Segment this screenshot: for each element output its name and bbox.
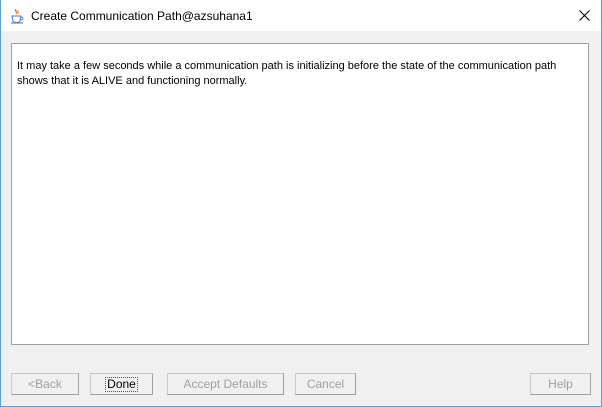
cancel-button-label: Cancel	[306, 377, 345, 391]
title-bar[interactable]: Create Communication Path@azsuhana1	[1, 0, 601, 31]
cancel-button[interactable]: Cancel	[295, 373, 356, 395]
help-button-label: Help	[548, 377, 573, 391]
done-button-label: Done	[105, 376, 138, 392]
accept-defaults-button-label: Accept Defaults	[183, 377, 268, 391]
dialog-window: Create Communication Path@azsuhana1 It m…	[0, 0, 602, 407]
help-button[interactable]: Help	[530, 373, 591, 395]
close-icon	[578, 10, 590, 21]
back-button-label: <Back	[28, 377, 62, 391]
done-button[interactable]: Done	[90, 373, 153, 395]
back-button[interactable]: <Back	[11, 373, 79, 395]
java-cup-icon	[9, 8, 25, 24]
close-button[interactable]	[567, 0, 601, 31]
message-panel: It may take a few seconds while a commun…	[11, 43, 589, 345]
info-message: It may take a few seconds while a commun…	[17, 60, 557, 87]
accept-defaults-button[interactable]: Accept Defaults	[167, 373, 284, 395]
window-title: Create Communication Path@azsuhana1	[31, 9, 253, 23]
